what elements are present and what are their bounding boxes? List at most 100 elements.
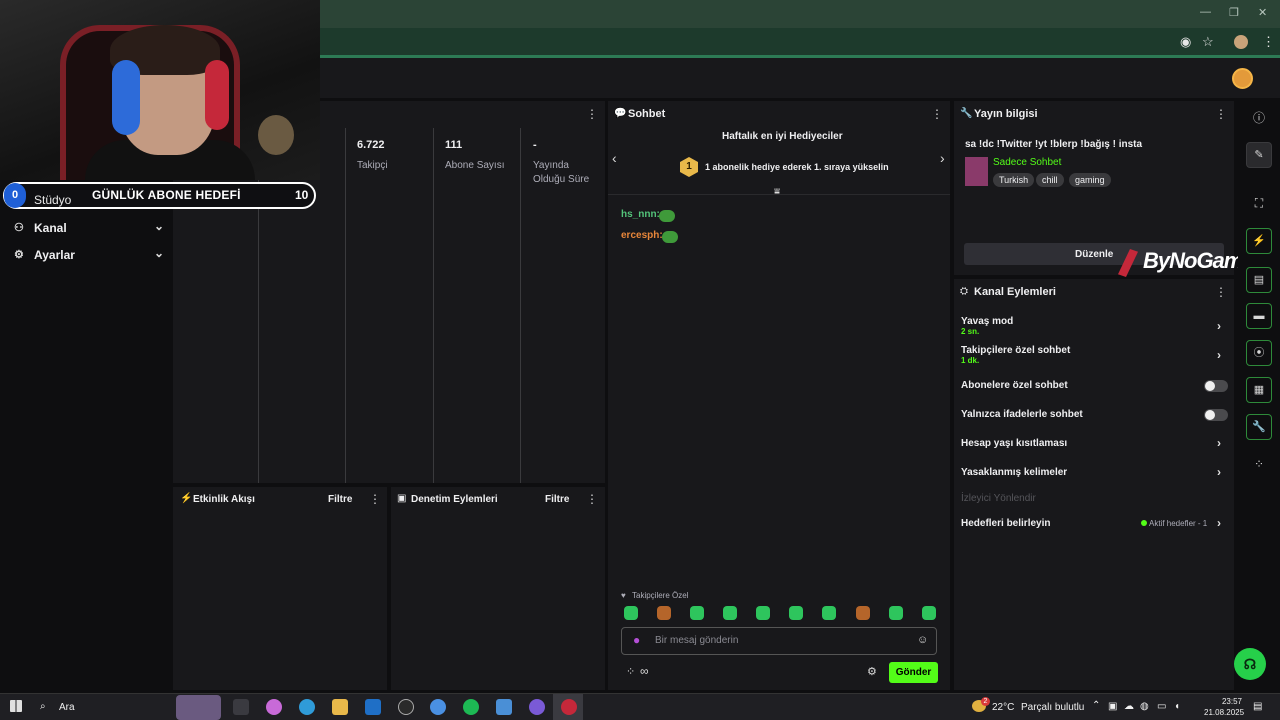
category-thumbnail [965, 157, 988, 186]
activity-filter-button[interactable]: Filtre [328, 494, 352, 505]
emote-only-toggle[interactable] [1204, 409, 1228, 421]
chat-more-icon[interactable]: ⋮ [931, 107, 943, 121]
microphone-icon[interactable]: ● [633, 633, 640, 647]
profile-avatar-icon[interactable] [1234, 35, 1248, 49]
emote-icon[interactable] [690, 606, 704, 620]
notification-icon[interactable]: ▤ [1253, 701, 1262, 712]
chat-username[interactable]: hs_nnn: [621, 209, 660, 220]
eye-off-icon[interactable]: ◉ [1180, 34, 1191, 50]
followers-only-chat-value: 1 dk. [961, 356, 980, 365]
plush-toy [258, 115, 294, 155]
chrome-icon[interactable] [430, 699, 446, 715]
file-explorer-icon[interactable] [332, 699, 348, 715]
minimize-icon[interactable]: — [1200, 6, 1211, 18]
discord-icon[interactable] [529, 699, 545, 715]
activity-more-icon[interactable]: ⋮ [369, 492, 381, 506]
info-icon[interactable]: ⓘ [1246, 105, 1272, 131]
collapse-icon[interactable]: ⩸ [774, 187, 780, 198]
host-row: İzleyici Yönlendir [961, 493, 1229, 504]
emoji-icon[interactable]: ☺ [917, 634, 928, 646]
wrench-icon[interactable]: 🔧 [1246, 414, 1272, 440]
account-age-row[interactable]: Hesap yaşı kısıtlaması › [961, 436, 1229, 450]
chevron-left-icon[interactable]: ‹ [612, 150, 617, 166]
chat-settings-gear-icon[interactable]: ⚙ [867, 665, 877, 678]
account-age-label: Hesap yaşı kısıtlaması [961, 438, 1068, 449]
emote-icon[interactable] [723, 606, 737, 620]
tray-icon[interactable]: ◍ [1140, 701, 1149, 712]
apps-icon[interactable]: ⁘ [1246, 451, 1272, 477]
channel-actions-more-icon[interactable]: ⋮ [1215, 285, 1227, 299]
chevron-right-icon: › [1217, 319, 1221, 333]
tray-icon[interactable]: ▣ [1108, 701, 1117, 712]
user-avatar[interactable] [1232, 68, 1253, 89]
more-vert-icon[interactable]: ⋮ [1262, 34, 1275, 50]
task-view-icon[interactable] [233, 699, 249, 715]
chevron-right-icon[interactable]: › [940, 150, 945, 166]
emote-icon[interactable] [789, 606, 803, 620]
chat-icon[interactable]: ▬ [1246, 303, 1272, 329]
close-icon[interactable]: ✕ [1258, 6, 1267, 19]
moderation-filter-button[interactable]: Filtre [545, 494, 569, 505]
windows-start-icon[interactable] [10, 700, 22, 712]
sidebar-item-channel[interactable]: ⚇ Kanal ⌄ [14, 219, 164, 239]
taskbar-search[interactable]: Ara [59, 702, 75, 713]
support-headset-icon[interactable]: ☊ [1234, 648, 1266, 680]
tray-chevron-up-icon[interactable]: ⌃ [1092, 700, 1100, 711]
subscribers-only-toggle[interactable] [1204, 380, 1228, 392]
goals-row[interactable]: Hedefleri belirleyin Aktif hedefler - 1 … [961, 516, 1229, 530]
banned-words-row[interactable]: Yasaklanmış kelimeler › [961, 465, 1229, 479]
document-icon[interactable]: ▤ [1246, 267, 1272, 293]
edge-icon[interactable] [299, 699, 315, 715]
points-icon[interactable]: ⁘ [626, 665, 635, 678]
clock-time[interactable]: 23:57 [1204, 697, 1242, 706]
browser-address-bar[interactable] [320, 28, 1280, 58]
network-icon[interactable]: ▭ [1157, 701, 1166, 712]
stats-more-icon[interactable]: ⋮ [586, 107, 598, 121]
stat-uptime-value: - [533, 139, 537, 151]
tag-badge[interactable]: Turkish [993, 173, 1035, 187]
layout-icon[interactable]: ▦ [1246, 377, 1272, 403]
sidebar-item-studio[interactable]: Stüdyo [34, 193, 71, 207]
emote-icon[interactable] [889, 606, 903, 620]
emote-icon[interactable] [856, 606, 870, 620]
emote-icon[interactable] [822, 606, 836, 620]
wrench-icon: 🔧 [960, 108, 973, 119]
star-icon[interactable]: ☆ [1202, 34, 1214, 50]
emote-icon[interactable] [922, 606, 936, 620]
spotify-icon[interactable] [463, 699, 479, 715]
search-icon[interactable]: ⌕ [40, 701, 46, 712]
copilot-icon[interactable] [266, 699, 282, 715]
outlook-icon[interactable] [365, 699, 381, 715]
stat-uptime-label: Yayında Olduğu Süre [533, 160, 590, 185]
category-link[interactable]: Sadece Sohbet [993, 157, 1061, 168]
weather-desc[interactable]: Parçalı bulutlu [1021, 702, 1084, 713]
emote-icon[interactable] [624, 606, 638, 620]
moderation-more-icon[interactable]: ⋮ [586, 492, 598, 506]
emote-only-chat-row: Yalnızca ifadelerle sohbet [961, 409, 1229, 421]
tray-icon[interactable]: ☁ [1124, 701, 1134, 712]
clock-date[interactable]: 21.08.2025 [1204, 708, 1244, 717]
chat-username[interactable]: ercesph: [621, 230, 663, 241]
restore-icon[interactable]: ❐ [1229, 6, 1239, 19]
banned-words-label: Yasaklanmış kelimeler [961, 467, 1068, 478]
obs-icon[interactable] [561, 699, 577, 715]
pencil-icon[interactable]: ✎ [1246, 142, 1272, 168]
stream-info-more-icon[interactable]: ⋮ [1215, 107, 1227, 121]
emote-icon[interactable] [657, 606, 671, 620]
app-icon[interactable] [496, 699, 512, 715]
volume-icon[interactable]: ◖ [1174, 701, 1180, 712]
xbox-icon[interactable] [398, 699, 414, 715]
fullscreen-icon[interactable]: ⛶ [1246, 190, 1272, 216]
bolt-icon[interactable]: ⚡ [1246, 228, 1272, 254]
broadcast-icon[interactable]: ⦿ [1246, 340, 1272, 366]
followers-only-chat-row[interactable]: Takipçilere özel sohbet 1 dk. › [961, 345, 1229, 365]
slow-mode-row[interactable]: Yavaş mod 2 sn. › [961, 316, 1229, 336]
send-button[interactable]: Gönder [889, 662, 938, 683]
tag-badge[interactable]: chill [1036, 173, 1064, 187]
emote-icon[interactable] [756, 606, 770, 620]
headset-icon [112, 60, 140, 135]
tag-badge[interactable]: gaming [1069, 173, 1111, 187]
sidebar-item-settings[interactable]: ⚙ Ayarlar ⌄ [14, 246, 164, 266]
activity-feed-title: Etkinlik Akışı [193, 494, 255, 505]
weather-temp[interactable]: 22°C [992, 702, 1014, 713]
